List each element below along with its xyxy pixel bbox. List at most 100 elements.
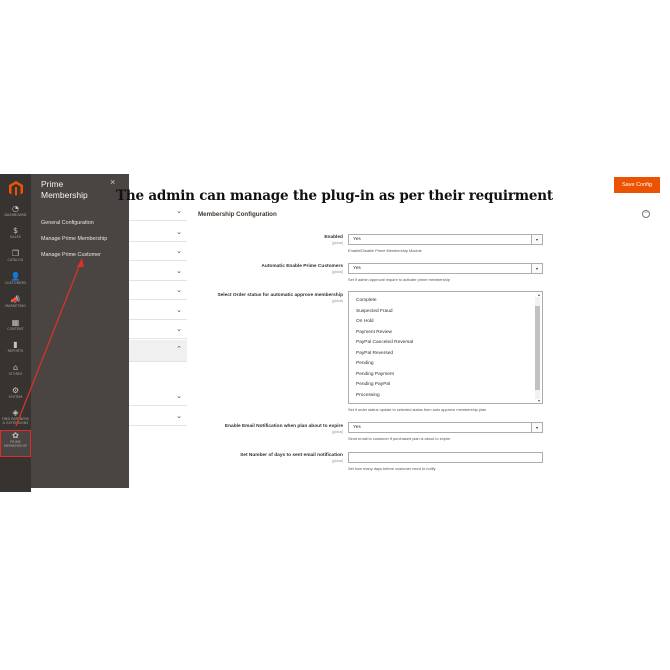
auto-enable-label-text: Automatic Enable Prime Customers [261, 264, 343, 269]
scope-label: [global] [332, 241, 343, 245]
option-item[interactable]: PayPal Reversed [356, 351, 393, 356]
order-status-label-text: Select Order status for automatic approv… [217, 293, 343, 298]
sidebar-item-label: CATALOG [7, 258, 24, 262]
sidebar-item-find-partners-extensions[interactable]: ◈ FIND PARTNERS & EXTENSIONS [0, 408, 31, 430]
config-tab-group[interactable]: ⌄ [129, 223, 187, 242]
config-main: Save Config Membership Configuration − E… [190, 174, 670, 492]
email-notify-note: Send email to customer if purchased plan… [348, 436, 451, 441]
order-status-label: Select Order status for automatic approv… [198, 293, 343, 303]
auto-enable-select[interactable]: Yes ▾ [348, 263, 543, 274]
flyout-title: Prime Membership [41, 179, 88, 200]
prime-icon: ✿ [12, 431, 19, 440]
sidebar-item-dashboard[interactable]: ◔ DASHBOARD [0, 204, 31, 226]
megaphone-icon: 📣 [10, 295, 21, 304]
scroll-up-icon[interactable]: ▴ [538, 292, 540, 297]
menu-item-manage-prime-customer[interactable]: Manage Prime Customer [41, 251, 107, 267]
sidebar-item-system[interactable]: ⚙ SYSTEM [0, 386, 31, 408]
days-label-text: Set Number of days to sent email notific… [240, 453, 343, 458]
email-notify-value: Yes [353, 425, 361, 430]
sidebar-item-content[interactable]: ▦ CONTENT [0, 318, 31, 340]
sidebar-item-prime-membership[interactable]: ✿ PRIME MEMBERSHIP [0, 430, 31, 457]
scroll-down-icon[interactable]: ▾ [538, 398, 540, 403]
sidebar-item-catalog[interactable]: ❒ CATALOG [0, 249, 31, 271]
chevron-down-icon: ⌄ [176, 412, 182, 420]
magento-logo-icon[interactable] [8, 180, 24, 196]
option-item[interactable]: Pending PayPal [356, 382, 390, 387]
option-item[interactable]: Processing [356, 393, 380, 398]
flyout-menu: General Configuration Manage Prime Membe… [41, 219, 107, 267]
chevron-down-icon: ⌄ [176, 247, 182, 255]
sidebar-item-label: SALES [10, 235, 21, 239]
sidebar-item-label: PRIME MEMBERSHIP [4, 440, 27, 448]
sidebar-item-stores[interactable]: ⌂ STORES [0, 363, 31, 385]
scope-label: [global] [332, 270, 343, 274]
enabled-value: Yes [353, 237, 361, 242]
config-tab-group[interactable]: ⌄ [129, 202, 187, 221]
option-item[interactable]: Suspected Fraud [356, 309, 393, 314]
scrollbar-thumb[interactable] [535, 306, 540, 390]
chevron-down-icon: ⌄ [176, 267, 182, 275]
sidebar-item-label: SYSTEM [8, 395, 23, 399]
email-notify-select[interactable]: Yes ▾ [348, 422, 543, 433]
enabled-label-text: Enabled [324, 235, 343, 240]
sidebar-item-label: DASHBOARD [4, 213, 27, 217]
screenshot-stage: ◔ DASHBOARD $ SALES ❒ CATALOG 👤 CUSTOMERS 📣 MARKE… [0, 0, 670, 670]
menu-item-general-configuration[interactable]: General Configuration [41, 219, 107, 235]
admin-screen: ◔ DASHBOARD $ SALES ❒ CATALOG 👤 CUSTOMERS 📣 MARKE… [0, 174, 670, 492]
dropdown-arrow-icon: ▾ [531, 235, 542, 244]
gear-icon: ⚙ [11, 386, 20, 395]
sidebar-item-customers[interactable]: 👤 CUSTOMERS [0, 272, 31, 294]
chevron-down-icon: ⌄ [176, 325, 182, 333]
option-item[interactable]: Payment Review [356, 330, 392, 335]
sidebar-item-reports[interactable]: ▮ REPORTS [0, 340, 31, 362]
config-tab-group[interactable]: ⌄ [129, 387, 187, 406]
auto-enable-note: Set if admin approval require to activat… [348, 277, 450, 282]
days-input[interactable] [348, 452, 543, 463]
config-tab-group[interactable]: ⌄ [129, 301, 187, 320]
person-icon: 👤 [10, 272, 21, 281]
enabled-select[interactable]: Yes ▾ [348, 234, 543, 245]
close-icon[interactable]: × [110, 177, 115, 187]
section-title[interactable]: Membership Configuration [198, 211, 277, 218]
email-notify-label-text: Enable Email Notification when plan abou… [224, 424, 343, 429]
chevron-up-icon: ⌃ [176, 345, 182, 353]
menu-item-manage-prime-membership[interactable]: Manage Prime Membership [41, 235, 107, 251]
option-item[interactable]: Complete [356, 298, 377, 303]
config-tab-group-active[interactable]: ⌃ [129, 340, 187, 362]
collapse-icon[interactable]: − [642, 210, 650, 218]
days-label: Set Number of days to sent email notific… [198, 453, 343, 463]
order-status-multiselect[interactable]: Complete Suspected Fraud On Hold Payment… [348, 291, 543, 404]
config-tab-group[interactable]: ⌄ [129, 262, 187, 281]
bar-chart-icon: ▮ [13, 340, 18, 349]
chevron-down-icon: ⌄ [176, 228, 182, 236]
dropdown-arrow-icon: ▾ [531, 264, 542, 273]
sidebar-item-marketing[interactable]: 📣 MARKETING [0, 295, 31, 317]
chevron-down-icon: ⌄ [176, 392, 182, 400]
sidebar-item-label: STORES [8, 372, 23, 376]
config-tab-group[interactable]: ⌄ [129, 320, 187, 339]
config-tab-group[interactable]: ⌄ [129, 281, 187, 300]
option-item[interactable]: PayPal Canceled Reversal [356, 340, 413, 345]
store-icon: ⌂ [12, 363, 19, 372]
layout-icon: ▦ [11, 318, 20, 327]
chevron-down-icon: ⌄ [176, 306, 182, 314]
chevron-down-icon: ⌄ [176, 286, 182, 294]
sidebar-item-label: FIND PARTNERS & EXTENSIONS [1, 417, 30, 425]
config-tab-group[interactable]: ⌄ [129, 407, 187, 426]
headline-caption: The admin can manage the plug-in as per … [116, 188, 553, 204]
chevron-down-icon: ⌄ [176, 207, 182, 215]
auto-enable-label: Automatic Enable Prime Customers [global… [198, 264, 343, 274]
scope-label: [global] [332, 459, 343, 463]
option-item[interactable]: Pending [356, 361, 374, 366]
order-status-note: Set if order status update to selected s… [348, 407, 487, 412]
option-item[interactable]: On Hold [356, 319, 374, 324]
save-config-button[interactable]: Save Config [614, 177, 660, 193]
config-tab-group[interactable]: ⌄ [129, 242, 187, 261]
dashboard-icon: ◔ [12, 204, 19, 213]
sidebar-item-sales[interactable]: $ SALES [0, 226, 31, 248]
option-item[interactable]: Pending Payment [356, 372, 394, 377]
enabled-label: Enabled [global] [198, 235, 343, 245]
scope-label: [global] [332, 299, 343, 303]
auto-enable-value: Yes [353, 266, 361, 271]
cube-icon: ❒ [11, 249, 20, 258]
